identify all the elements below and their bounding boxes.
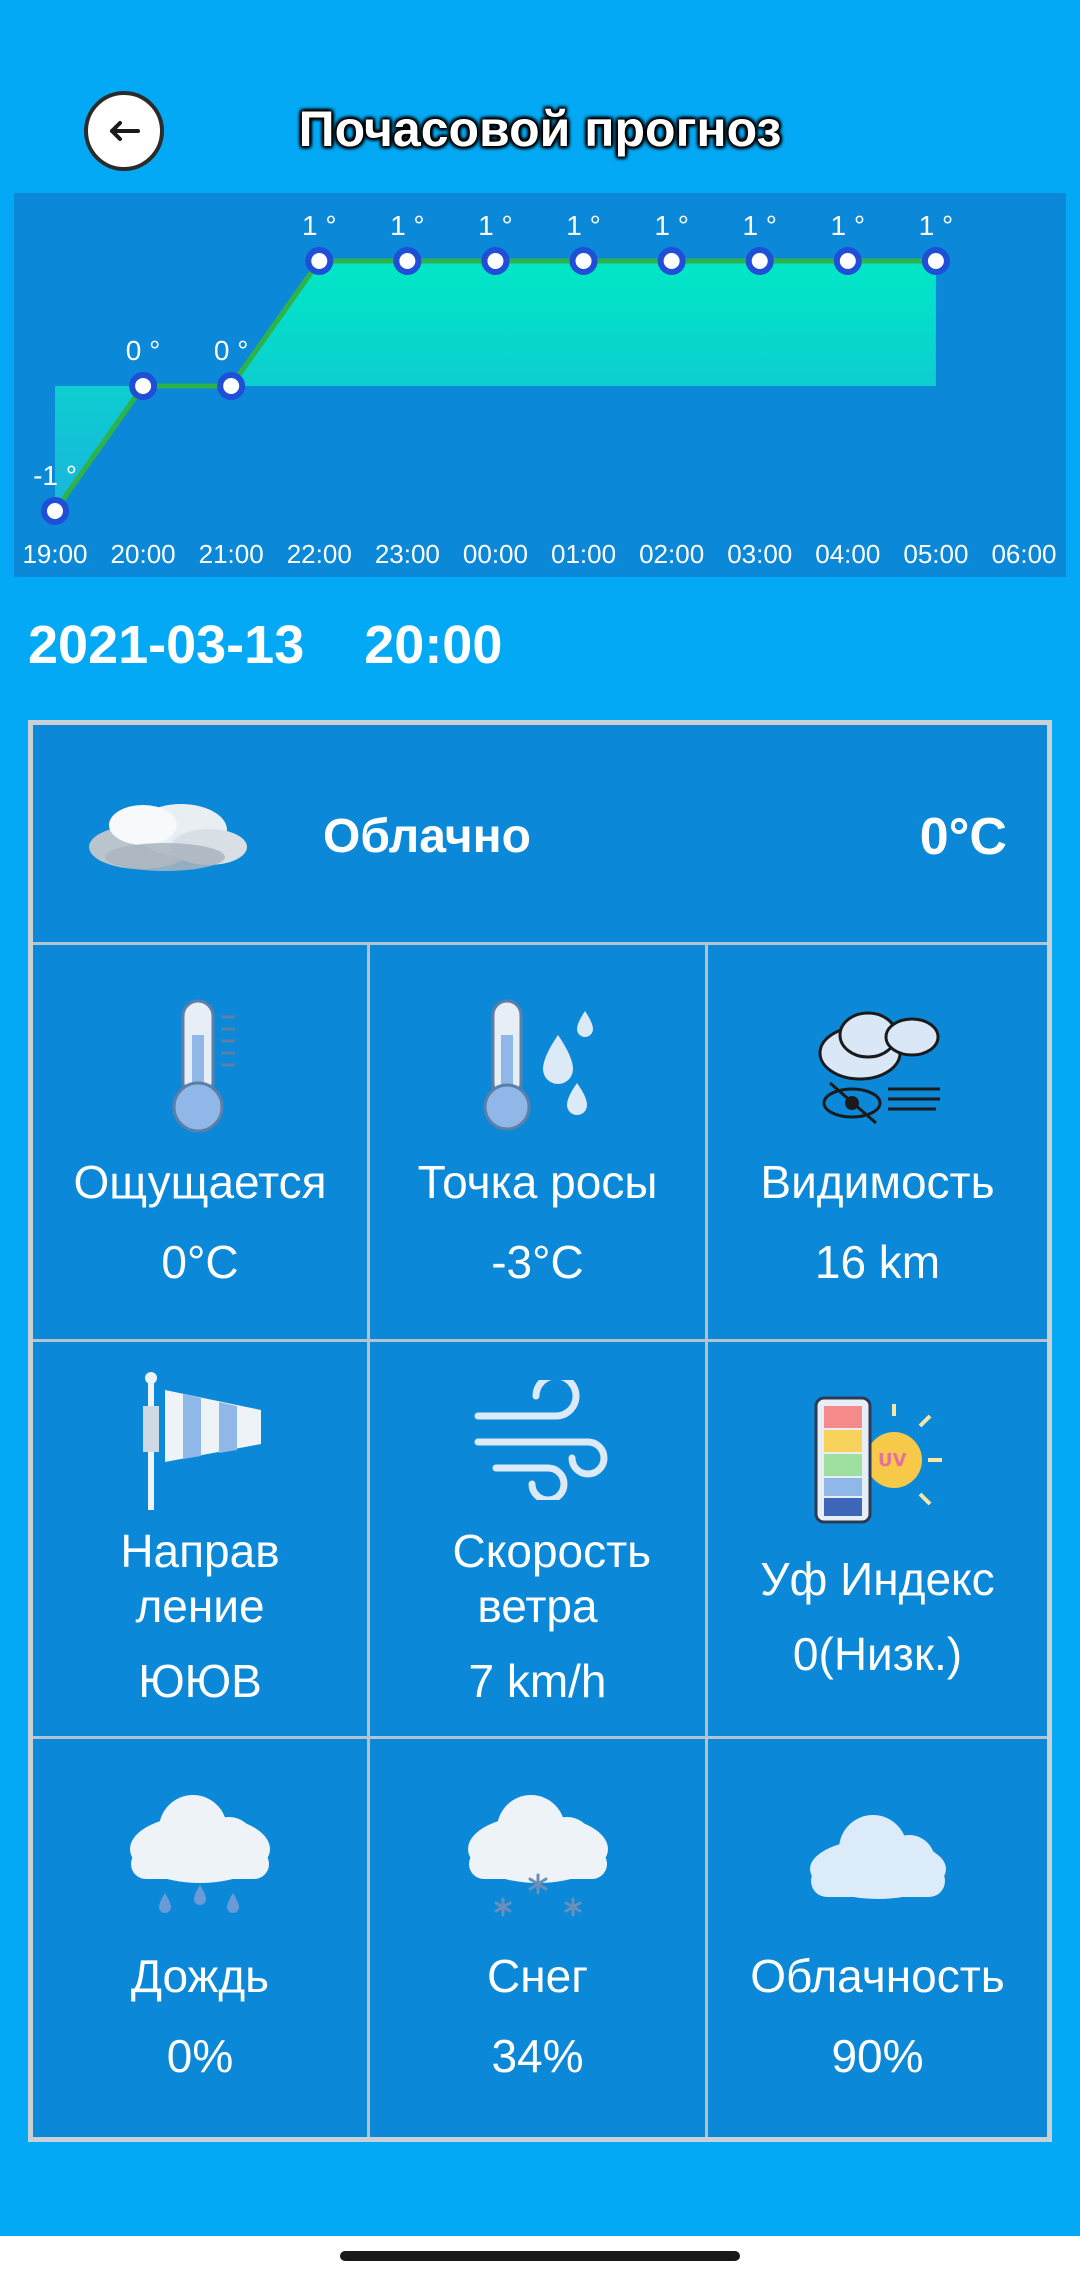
- chart-x-tick-label: 04:00: [815, 539, 880, 569]
- chart-point: [569, 247, 598, 275]
- chart-point: [41, 497, 69, 525]
- selected-time: 20:00: [364, 615, 503, 675]
- chart-point-label: 0 °: [126, 335, 161, 366]
- svg-text:UV: UV: [878, 1450, 907, 1471]
- chart-point: [305, 247, 334, 275]
- detail-label: Дождь: [130, 1950, 270, 2002]
- detail-value: 34%: [491, 2030, 584, 2082]
- detail-label: Облачность: [750, 1950, 1005, 2002]
- chart-point-label: 0 °: [214, 335, 249, 366]
- detail-label: Снег: [487, 1950, 588, 2002]
- home-indicator[interactable]: [340, 2251, 740, 2261]
- detail-feels-like: Ощущается 0°C: [33, 945, 370, 1342]
- detail-label: Уф Индекс: [760, 1553, 995, 1605]
- chart-x-tick-label: 05:00: [903, 539, 968, 569]
- detail-wind-speed: Скорость ветра 7 km/h: [370, 1342, 708, 1739]
- chart-point-label: 1 °: [742, 210, 777, 241]
- windsock-icon: [143, 1372, 261, 1510]
- snow-cloud-icon: [467, 1795, 608, 1917]
- detail-cloudiness: Облачность 90%: [708, 1739, 1047, 2137]
- chart-point-label: 1 °: [831, 210, 866, 241]
- chart-point-label: 1 °: [478, 210, 513, 241]
- hourly-temperature-chart[interactable]: -1 ° 0 ° 0 ° 1 ° 1 ° 1 ° 1 ° 1 ° 1 ° 1 ° 1 ° 19:00…: [14, 193, 1066, 577]
- chart-canvas: -1 ° 0 ° 0 ° 1 ° 1 ° 1 ° 1 ° 1 ° 1 ° 1 ° 1 ° 19:00…: [14, 193, 1066, 577]
- detail-value: -3°C: [491, 1236, 584, 1288]
- header: Почасовой прогноз: [0, 0, 1080, 190]
- detail-label: Скорость ветра: [452, 1525, 652, 1632]
- cloud-icon: [89, 804, 247, 871]
- detail-dew-point: Точка росы -3°C: [370, 945, 708, 1342]
- chart-point: [129, 372, 158, 400]
- selected-datetime: 2021-03-13 20:00: [28, 614, 502, 676]
- detail-value: 0°C: [161, 1236, 239, 1288]
- chart-point-label: 1 °: [566, 210, 601, 241]
- weather-condition: Облачно: [323, 810, 531, 863]
- chart-x-tick-label: 23:00: [375, 539, 440, 569]
- detail-label: Ощущается: [73, 1156, 327, 1208]
- page-title: Почасовой прогноз: [298, 101, 782, 157]
- chart-point-label: 1 °: [654, 210, 689, 241]
- detail-value: 0(Низк.): [792, 1628, 963, 1680]
- detail-uv-index: UV Уф Индекс 0(Низк.): [708, 1342, 1047, 1739]
- chart-x-tick-label: 00:00: [463, 539, 528, 569]
- weather-details-table: Облачно 0°C Ощущается 0°C Точка росы -3°…: [28, 720, 1052, 2142]
- chart-x-tick-label: 06:00: [991, 539, 1056, 569]
- thermometer-icon: [172, 999, 235, 1133]
- selected-date: 2021-03-13: [28, 615, 305, 675]
- detail-label: Направ ление: [120, 1525, 280, 1632]
- detail-wind-direction: Направ ление ЮЮВ: [33, 1342, 370, 1739]
- rain-cloud-icon: [130, 1795, 270, 1913]
- detail-value: 7 km/h: [468, 1655, 607, 1707]
- chart-point: [745, 247, 774, 275]
- chart-x-tick-label: 02:00: [639, 539, 704, 569]
- cloudiness-icon: [809, 1815, 946, 1899]
- chart-point-label: 1 °: [390, 210, 425, 241]
- weather-details-grid: Ощущается 0°C Точка росы -3°C Видимость …: [33, 945, 1047, 2137]
- visibility-icon: [818, 1011, 940, 1125]
- chart-point: [393, 247, 422, 275]
- chart-point: [217, 372, 246, 400]
- detail-value: 0%: [166, 2030, 234, 2082]
- detail-snow: Снег 34%: [370, 1739, 708, 2137]
- chart-x-tick-label: 20:00: [111, 539, 176, 569]
- uv-index-icon: UV: [814, 1396, 942, 1524]
- chart-point-label: 1 °: [919, 210, 954, 241]
- chart-point: [481, 247, 510, 275]
- wind-icon: [474, 1380, 607, 1500]
- current-temperature: 0°C: [919, 808, 1007, 866]
- detail-value: ЮЮВ: [138, 1655, 262, 1707]
- weather-summary-row: Облачно 0°C: [33, 725, 1047, 945]
- chart-point-label: 1 °: [302, 210, 337, 241]
- chart-point-label: -1 °: [33, 460, 77, 491]
- detail-label: Точка росы: [417, 1156, 658, 1208]
- chart-x-tick-label: 22:00: [287, 539, 352, 569]
- chart-point: [833, 247, 862, 275]
- detail-value: 16 km: [814, 1236, 941, 1288]
- chart-point: [921, 247, 950, 275]
- detail-label: Видимость: [760, 1156, 995, 1208]
- detail-visibility: Видимость 16 km: [708, 945, 1047, 1342]
- chart-point: [657, 247, 686, 275]
- detail-value: 90%: [831, 2030, 924, 2082]
- chart-x-tick-label: 21:00: [199, 539, 264, 569]
- chart-x-tick-label: 19:00: [22, 539, 87, 569]
- dew-point-icon: [483, 999, 593, 1131]
- chart-x-tick-label: 03:00: [727, 539, 792, 569]
- chart-x-tick-label: 01:00: [551, 539, 616, 569]
- detail-rain: Дождь 0%: [33, 1739, 370, 2137]
